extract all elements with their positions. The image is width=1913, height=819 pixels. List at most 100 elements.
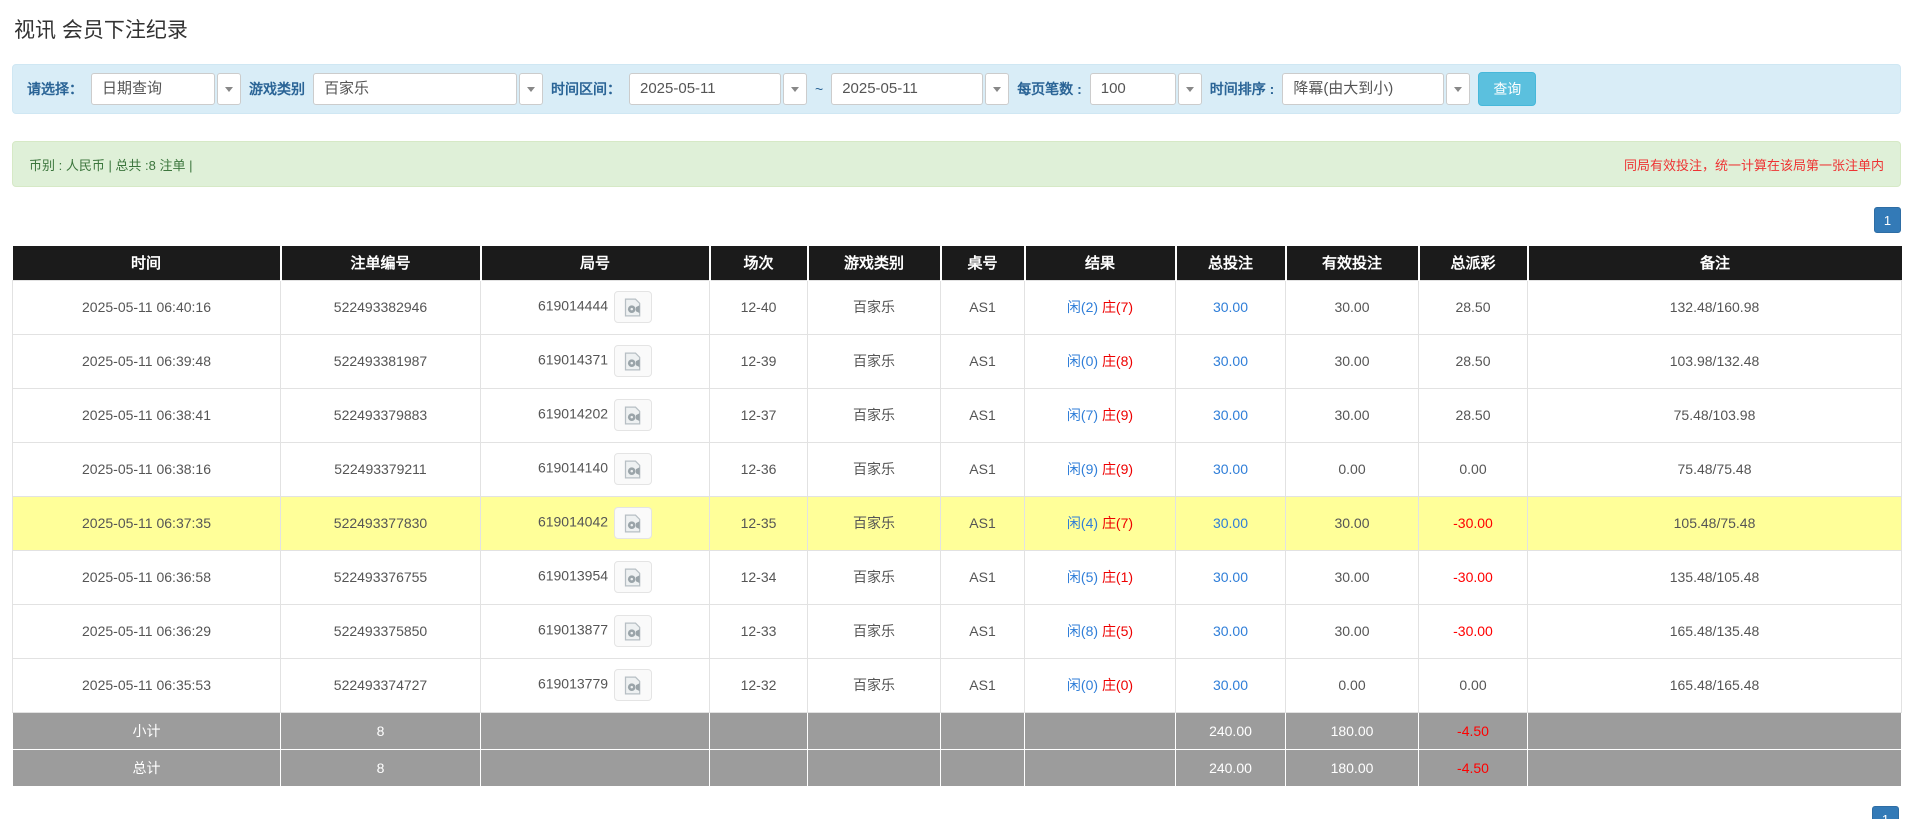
chevron-down-icon[interactable] bbox=[519, 73, 543, 105]
table-row: 2025-05-11 06:39:48522493381987619014371… bbox=[13, 334, 1902, 388]
total-bet-link[interactable]: 30.00 bbox=[1213, 515, 1248, 531]
cell-bet-id: 522493379211 bbox=[281, 442, 481, 496]
grand-total-row: 总计8240.00180.00-4.50 bbox=[13, 749, 1902, 786]
cell-result: 闲(0) 庄(8) bbox=[1025, 334, 1176, 388]
result-banker: 庄(1) bbox=[1102, 569, 1133, 585]
round-video-button[interactable] bbox=[614, 291, 652, 323]
total-bet-link[interactable]: 30.00 bbox=[1213, 407, 1248, 423]
footer-valid-bet: 180.00 bbox=[1286, 749, 1419, 786]
cell-time: 2025-05-11 06:40:16 bbox=[13, 280, 281, 334]
result-banker: 庄(8) bbox=[1102, 353, 1133, 369]
page-size-select[interactable]: 100 bbox=[1090, 73, 1202, 105]
game-type-select[interactable]: 百家乐 bbox=[313, 73, 543, 105]
total-bet-link[interactable]: 30.00 bbox=[1213, 677, 1248, 693]
cell-result: 闲(9) 庄(9) bbox=[1025, 442, 1176, 496]
cell-time: 2025-05-11 06:36:29 bbox=[13, 604, 281, 658]
result-player: 闲(9) bbox=[1067, 461, 1098, 477]
footer-payout: -4.50 bbox=[1419, 749, 1528, 786]
page-size-label: 每页笔数 : bbox=[1017, 79, 1082, 99]
cell-session: 12-36 bbox=[710, 442, 808, 496]
page-button-bottom[interactable]: 1 bbox=[1872, 806, 1899, 819]
search-button[interactable]: 查询 bbox=[1478, 72, 1536, 106]
round-video-button[interactable] bbox=[614, 399, 652, 431]
result-player: 闲(4) bbox=[1067, 515, 1098, 531]
footer-table-no bbox=[941, 749, 1025, 786]
round-video-button[interactable] bbox=[614, 453, 652, 485]
total-bet-link[interactable]: 30.00 bbox=[1213, 299, 1248, 315]
cell-table-no: AS1 bbox=[941, 442, 1025, 496]
date-from-input[interactable]: 2025-05-11 bbox=[629, 73, 807, 105]
footer-label: 小计 bbox=[13, 712, 281, 749]
total-bet-link[interactable]: 30.00 bbox=[1213, 461, 1248, 477]
cell-total-bet: 30.00 bbox=[1176, 550, 1286, 604]
footer-count: 8 bbox=[281, 749, 481, 786]
date-to-input[interactable]: 2025-05-11 bbox=[831, 73, 1009, 105]
game-type-label: 游戏类别 bbox=[249, 79, 305, 99]
cell-bet-id: 522493382946 bbox=[281, 280, 481, 334]
cell-round: 619014042 bbox=[481, 496, 710, 550]
cell-payout: -30.00 bbox=[1419, 496, 1528, 550]
cell-bet-id: 522493375850 bbox=[281, 604, 481, 658]
cell-valid-bet: 30.00 bbox=[1286, 550, 1419, 604]
footer-label: 总计 bbox=[13, 749, 281, 786]
chevron-down-icon[interactable] bbox=[985, 73, 1009, 105]
table-header-row: 时间注单编号局号场次游戏类别桌号结果总投注有效投注总派彩备注 bbox=[13, 246, 1902, 280]
footer-payout: -4.50 bbox=[1419, 712, 1528, 749]
chevron-down-icon[interactable] bbox=[783, 73, 807, 105]
cell-payout: -30.00 bbox=[1419, 604, 1528, 658]
round-number: 619014444 bbox=[538, 298, 608, 314]
sort-select[interactable]: 降冪(由大到小) bbox=[1282, 73, 1470, 105]
video-clip-icon bbox=[623, 676, 643, 695]
footer-game-type bbox=[808, 749, 941, 786]
cell-round: 619014202 bbox=[481, 388, 710, 442]
video-clip-icon bbox=[623, 514, 643, 533]
footer-total-bet: 240.00 bbox=[1176, 712, 1286, 749]
cell-game-type: 百家乐 bbox=[808, 550, 941, 604]
result-player: 闲(2) bbox=[1067, 299, 1098, 315]
table-row: 2025-05-11 06:38:16522493379211 619014140… bbox=[13, 442, 1902, 496]
query-type-select[interactable]: 日期查询 bbox=[91, 73, 241, 105]
round-video-button[interactable] bbox=[614, 345, 652, 377]
round-video-button[interactable] bbox=[614, 669, 652, 701]
cell-round: 619014140 bbox=[481, 442, 710, 496]
cell-session: 12-39 bbox=[710, 334, 808, 388]
total-bet-link[interactable]: 30.00 bbox=[1213, 353, 1248, 369]
video-clip-icon bbox=[623, 568, 643, 587]
col-header-time: 时间 bbox=[13, 246, 281, 280]
result-player: 闲(5) bbox=[1067, 569, 1098, 585]
round-video-button[interactable] bbox=[614, 561, 652, 593]
cell-session: 12-33 bbox=[710, 604, 808, 658]
total-bet-link[interactable]: 30.00 bbox=[1213, 569, 1248, 585]
chevron-down-icon[interactable] bbox=[1178, 73, 1202, 105]
cell-valid-bet: 30.00 bbox=[1286, 334, 1419, 388]
footer-valid-bet: 180.00 bbox=[1286, 712, 1419, 749]
total-bet-link[interactable]: 30.00 bbox=[1213, 623, 1248, 639]
cell-bet-id: 522493381987 bbox=[281, 334, 481, 388]
same-round-note-text: 同局有效投注，统一计算在该局第一张注单内 bbox=[1624, 155, 1884, 174]
cell-total-bet: 30.00 bbox=[1176, 442, 1286, 496]
cell-time: 2025-05-11 06:38:16 bbox=[13, 442, 281, 496]
round-video-button[interactable] bbox=[614, 507, 652, 539]
page-button-1[interactable]: 1 bbox=[1874, 207, 1901, 233]
records-tfoot: 小计8 240.00180.00-4.50总计8240.00180.00-4.50 bbox=[13, 712, 1902, 786]
cell-table-no: AS1 bbox=[941, 388, 1025, 442]
footer-result bbox=[1025, 712, 1176, 749]
chevron-down-icon[interactable] bbox=[1446, 73, 1470, 105]
footer-table-no bbox=[941, 712, 1025, 749]
round-number: 619014140 bbox=[538, 460, 608, 476]
cell-time: 2025-05-11 06:35:53 bbox=[13, 658, 281, 712]
cell-result: 闲(5) 庄(1) bbox=[1025, 550, 1176, 604]
cell-session: 12-34 bbox=[710, 550, 808, 604]
cell-game-type: 百家乐 bbox=[808, 280, 941, 334]
col-header-payout: 总派彩 bbox=[1419, 246, 1528, 280]
result-player: 闲(0) bbox=[1067, 677, 1098, 693]
video-clip-icon bbox=[623, 622, 643, 641]
video-clip-icon bbox=[623, 352, 643, 371]
cell-valid-bet: 30.00 bbox=[1286, 604, 1419, 658]
cell-total-bet: 30.00 bbox=[1176, 496, 1286, 550]
chevron-down-icon[interactable] bbox=[217, 73, 241, 105]
cell-bet-id: 522493374727 bbox=[281, 658, 481, 712]
round-video-button[interactable] bbox=[614, 615, 652, 647]
date-range-separator: ~ bbox=[815, 81, 823, 97]
cell-round: 619013877 bbox=[481, 604, 710, 658]
